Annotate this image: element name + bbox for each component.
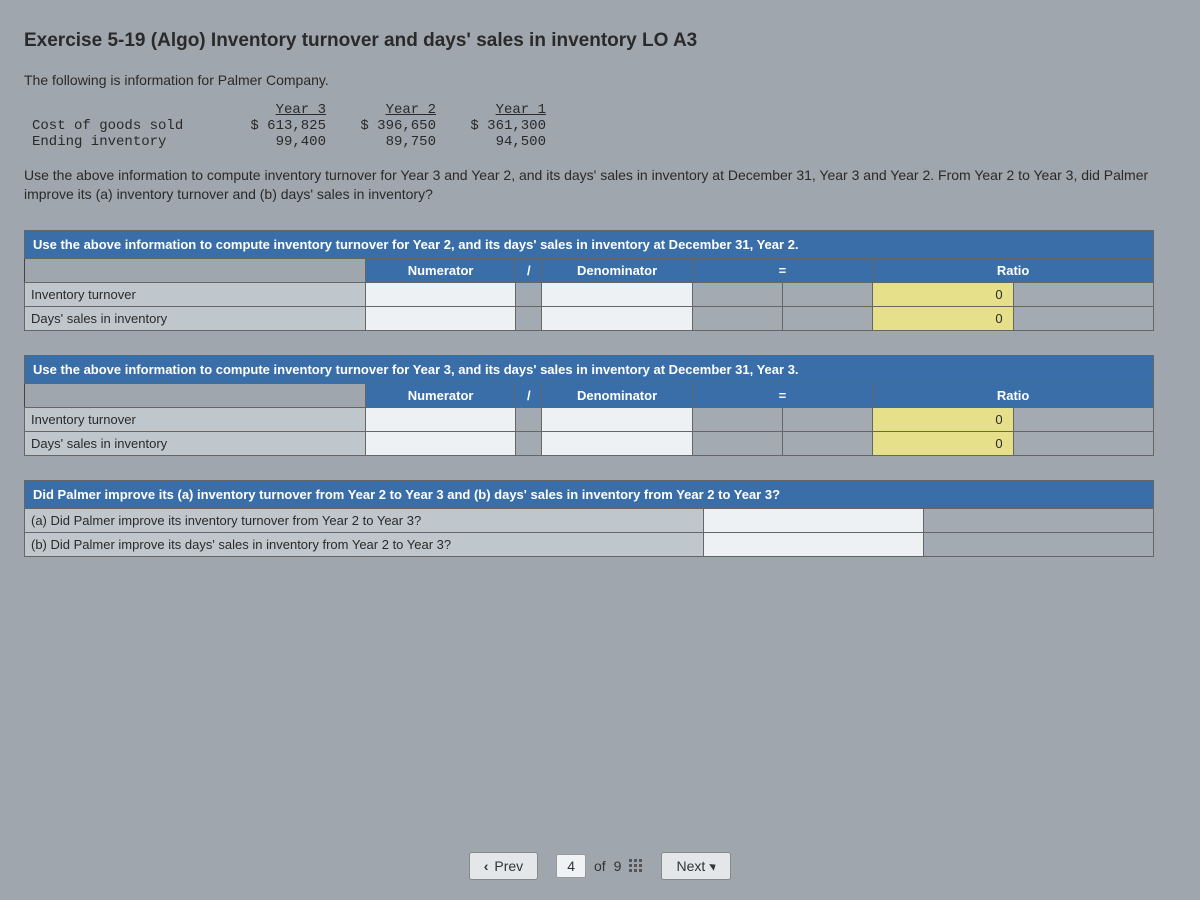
ratio-output: 0 (873, 431, 1013, 455)
ratio-output: 0 (873, 306, 1013, 330)
total-pages: 9 (614, 858, 622, 874)
endinv-year1: 94,500 (444, 134, 554, 150)
improvement-questions: Did Palmer improve its (a) inventory tur… (24, 480, 1154, 557)
numerator-input[interactable] (365, 306, 515, 330)
cogs-year3: $ 613,825 (224, 118, 334, 134)
row-label-ending-inv: Ending inventory (24, 134, 224, 150)
numerator-input[interactable] (365, 282, 515, 306)
cogs-year1: $ 361,300 (444, 118, 554, 134)
col-header-ratio: Ratio (873, 258, 1154, 282)
col-header-year1: Year 1 (444, 102, 554, 118)
denominator-input[interactable] (542, 282, 692, 306)
next-button[interactable]: Next (661, 852, 731, 880)
row-label-cogs: Cost of goods sold (24, 118, 224, 134)
col-header-slash: / (516, 383, 542, 407)
row-label-inventory-turnover: Inventory turnover (25, 282, 366, 306)
section-title-year2: Use the above information to compute inv… (25, 230, 1154, 258)
ratio-output: 0 (873, 407, 1013, 431)
question-b-answer[interactable] (704, 532, 924, 556)
next-label: Next (676, 858, 705, 874)
endinv-year2: 89,750 (334, 134, 444, 150)
denominator-input[interactable] (542, 306, 692, 330)
question-a-label: (a) Did Palmer improve its inventory tur… (25, 508, 704, 532)
row-label-inventory-turnover: Inventory turnover (25, 407, 366, 431)
denominator-input[interactable] (542, 407, 692, 431)
col-header-numerator: Numerator (365, 383, 515, 407)
col-header-denominator: Denominator (542, 383, 692, 407)
of-label: of (594, 858, 606, 874)
current-page: 4 (556, 854, 586, 878)
prev-button[interactable]: ‹ Prev (469, 852, 538, 880)
col-header-ratio: Ratio (873, 383, 1154, 407)
numerator-input[interactable] (365, 431, 515, 455)
question-b-label: (b) Did Palmer improve its days' sales i… (25, 532, 704, 556)
denominator-input[interactable] (542, 431, 692, 455)
cogs-year2: $ 396,650 (334, 118, 444, 134)
question-a-answer[interactable] (704, 508, 924, 532)
row-label-days-sales: Days' sales in inventory (25, 431, 366, 455)
col-header-equals: = (692, 383, 872, 407)
worksheet-year3: Use the above information to compute inv… (24, 355, 1154, 456)
ratio-output: 0 (873, 282, 1013, 306)
section-title-improvement: Did Palmer improve its (a) inventory tur… (25, 480, 1154, 508)
numerator-input[interactable] (365, 407, 515, 431)
col-header-slash: / (516, 258, 542, 282)
worksheet-year2: Use the above information to compute inv… (24, 230, 1154, 331)
col-header-denominator: Denominator (542, 258, 692, 282)
col-header-year2: Year 2 (334, 102, 444, 118)
grid-icon[interactable] (629, 859, 643, 873)
cursor-icon (709, 861, 718, 870)
row-label-days-sales: Days' sales in inventory (25, 306, 366, 330)
question-prompt: Use the above information to compute inv… (24, 166, 1176, 204)
intro-text: The following is information for Palmer … (24, 72, 1176, 88)
endinv-year3: 99,400 (224, 134, 334, 150)
exercise-title: Exercise 5-19 (Algo) Inventory turnover … (24, 30, 1176, 52)
col-header-year3: Year 3 (224, 102, 334, 118)
pagination-footer: ‹ Prev 4 of 9 Next (0, 852, 1200, 880)
col-header-equals: = (692, 258, 872, 282)
prev-label: Prev (494, 858, 523, 874)
chevron-left-icon: ‹ (484, 858, 489, 874)
section-title-year3: Use the above information to compute inv… (25, 355, 1154, 383)
col-header-numerator: Numerator (365, 258, 515, 282)
company-data-table: Year 3 Year 2 Year 1 Cost of goods sold … (24, 102, 554, 150)
